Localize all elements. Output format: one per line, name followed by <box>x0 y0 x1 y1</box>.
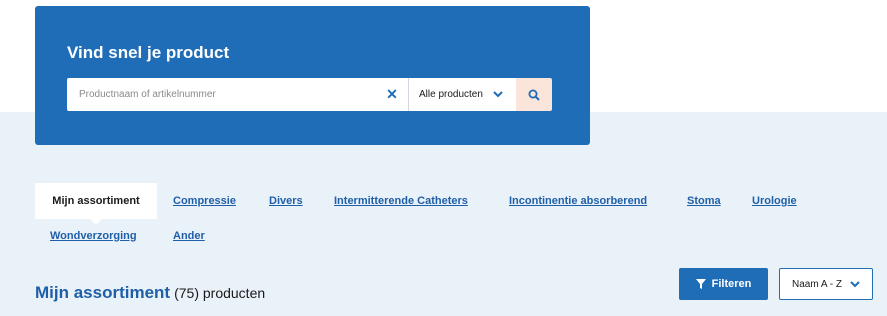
tab-stoma[interactable]: Stoma <box>687 195 721 207</box>
filter-button-label: Filteren <box>711 278 752 290</box>
sort-select[interactable]: Naam A - Z <box>779 268 873 300</box>
clear-search-button[interactable]: ✕ <box>376 78 408 111</box>
search-button[interactable] <box>516 78 552 111</box>
tab-incontinentie-absorberend[interactable]: Incontinentie absorberend <box>509 195 647 207</box>
chevron-down-icon <box>850 280 860 287</box>
filter-icon <box>695 279 706 289</box>
tab-compressie[interactable]: Compressie <box>173 195 236 207</box>
tab-label: Mijn assortiment <box>52 195 140 207</box>
tab-divers[interactable]: Divers <box>269 195 303 207</box>
tab-mijn-assortiment[interactable]: Mijn assortiment <box>35 183 157 225</box>
search-bar: ✕ Alle producten <box>67 78 552 111</box>
search-input[interactable] <box>67 78 376 111</box>
search-card: Vind snel je product ✕ Alle producten <box>35 6 590 145</box>
search-title: Vind snel je product <box>67 43 230 62</box>
chevron-down-icon <box>493 91 503 98</box>
close-icon: ✕ <box>386 86 398 102</box>
category-select[interactable]: Alle producten <box>409 78 516 111</box>
filter-button[interactable]: Filteren <box>679 268 768 300</box>
category-select-value: Alle producten <box>419 89 483 100</box>
sort-select-value: Naam A - Z <box>791 278 842 290</box>
tab-intermitterende-catheters[interactable]: Intermitterende Catheters <box>334 195 468 207</box>
tab-ander[interactable]: Ander <box>173 230 205 242</box>
results-heading: Mijn assortiment (75) producten <box>35 283 265 303</box>
tab-urologie[interactable]: Urologie <box>752 195 797 207</box>
results-count: (75) producten <box>174 285 266 301</box>
search-icon <box>528 89 540 101</box>
page-title: Mijn assortiment <box>35 283 171 302</box>
tab-wondverzorging[interactable]: Wondverzorging <box>50 230 137 242</box>
